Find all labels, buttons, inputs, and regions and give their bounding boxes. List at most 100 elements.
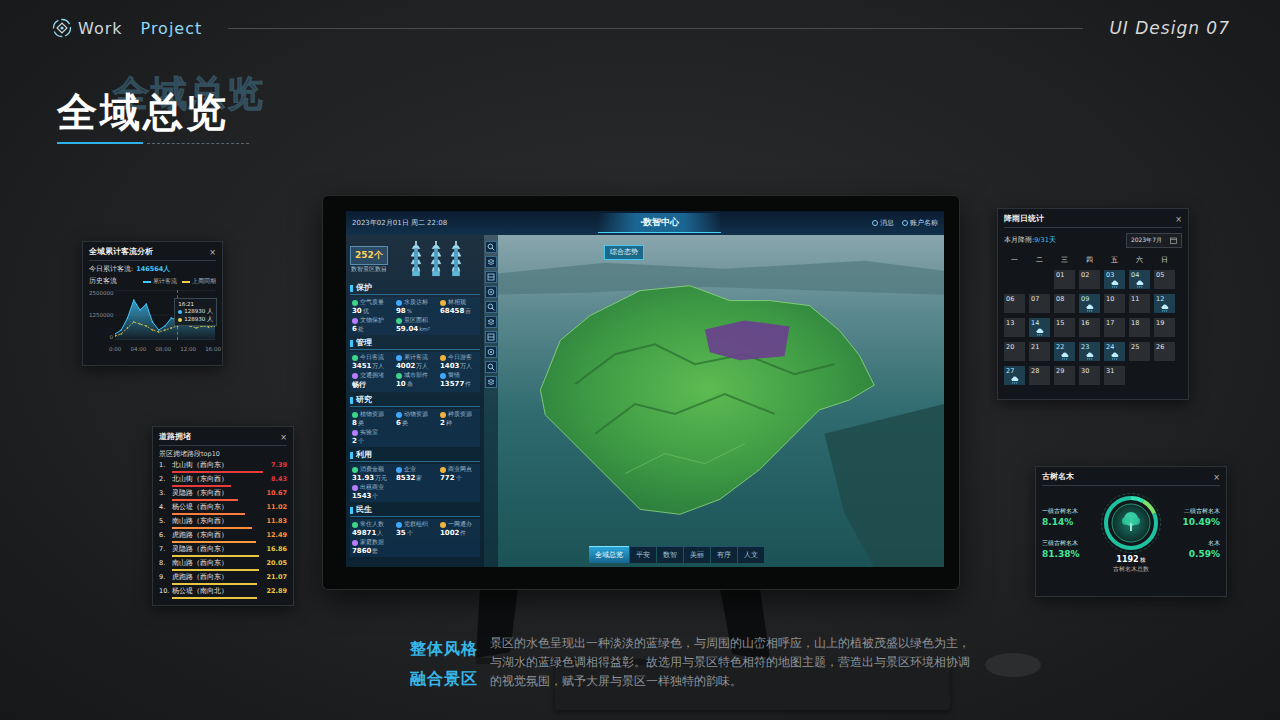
dashboard-tab[interactable]: 数智 [657,546,683,563]
data-point[interactable] [158,331,160,333]
calendar-day[interactable]: 24 [1104,342,1125,361]
calendar-day[interactable]: 31 [1104,366,1125,385]
data-point[interactable] [195,327,197,329]
data-point[interactable] [133,321,135,323]
top-link[interactable]: 账户名称 [902,218,938,228]
data-point[interactable] [139,323,141,325]
metric-item[interactable]: 植物资源8类 [352,411,394,427]
ranking-row[interactable]: 4.杨公堤（西向东）11.02 [159,503,287,517]
calendar-day[interactable]: 28 [1029,366,1050,385]
close-button[interactable]: × [209,248,216,257]
top-link[interactable]: 消息 [872,218,894,228]
dashboard-tab[interactable]: 美丽 [684,546,710,563]
data-point[interactable] [145,325,147,327]
calendar-day[interactable]: 05 [1154,270,1175,289]
data-point[interactable] [164,329,166,331]
calendar-day[interactable]: 16 [1079,318,1100,337]
metric-item[interactable]: 交通拥堵畅行 [352,372,394,390]
calendar-day[interactable]: 08 [1054,294,1075,313]
data-point[interactable] [115,333,116,335]
month-picker[interactable]: 2023年7月 [1126,233,1182,248]
metric-item[interactable]: 出租商业1543个 [352,484,394,500]
data-point[interactable] [133,299,135,301]
data-point[interactable] [208,326,210,328]
metric-item[interactable]: 实验室2个 [352,429,394,445]
calendar-day[interactable]: 22 [1054,342,1075,361]
ranking-row[interactable]: 5.南山路（东向西）11.83 [159,517,287,531]
metric-item[interactable]: 一网通办1002件 [440,521,482,537]
metric-item[interactable]: 警情13577件 [440,372,482,390]
calendar-day[interactable]: 09 [1079,294,1100,313]
ranking-row[interactable]: 1.北山街（西向东）7.39 [159,461,287,475]
metric-item[interactable]: 空气质量30优 [352,299,394,315]
map-tool-button[interactable] [485,256,497,268]
metric-item[interactable]: 水质达标98% [396,299,438,315]
map-tool-button[interactable] [485,346,497,358]
dashboard-tab[interactable]: 平安 [630,546,656,563]
data-point[interactable] [164,325,166,327]
calendar-day[interactable]: 19 [1154,318,1175,337]
close-button[interactable]: × [1213,473,1220,482]
data-point[interactable] [145,303,147,305]
calendar-day[interactable]: 01 [1054,270,1075,289]
ranking-row[interactable]: 8.南山路（西向东）20.05 [159,559,287,573]
catalog-badge[interactable]: 252个数智景区数目 [350,246,388,273]
calendar-day[interactable]: 18 [1129,318,1150,337]
calendar-day[interactable]: 13 [1004,318,1025,337]
ranking-row[interactable]: 10.杨公堤（南向北）22.89 [159,587,287,601]
metric-item[interactable]: 城市部件10条 [396,372,438,390]
calendar-day[interactable]: 20 [1004,342,1025,361]
calendar-day[interactable]: 27 [1004,366,1025,385]
data-point[interactable] [127,317,129,319]
overview-button[interactable]: 综合态势 [604,245,644,260]
calendar-day[interactable]: 03 [1104,270,1125,289]
metric-item[interactable]: 党群组织35个 [396,521,438,537]
close-button[interactable]: × [280,433,287,442]
metric-item[interactable]: 企业8532家 [396,466,438,482]
metric-item[interactable]: 家庭数据7860套 [352,539,394,555]
map-tool-button[interactable] [485,271,497,283]
calendar-day[interactable]: 26 [1154,342,1175,361]
calendar-day[interactable]: 12 [1154,294,1175,313]
metric-item[interactable]: 累计客流4002万人 [396,354,438,370]
calendar-day[interactable]: 25 [1129,342,1150,361]
metric-item[interactable]: 文物保护6处 [352,317,394,333]
calendar-day[interactable]: 30 [1079,366,1100,385]
calendar-day[interactable]: 04 [1129,270,1150,289]
data-point[interactable] [120,333,122,335]
metric-item[interactable]: 种质资源2种 [440,411,482,427]
data-point[interactable] [170,327,172,329]
metric-item[interactable]: 消费金额31.93万元 [352,466,394,482]
metric-item[interactable]: 今日客流3451万人 [352,354,394,370]
calendar-day[interactable]: 15 [1054,318,1075,337]
calendar-day[interactable]: 07 [1029,294,1050,313]
ranking-row[interactable]: 7.灵隐路（西向东）16.86 [159,545,287,559]
data-point[interactable] [170,317,172,319]
ranking-row[interactable]: 3.灵隐路（东向西）10.67 [159,489,287,503]
metric-item[interactable]: 动物资源6类 [396,411,438,427]
map-tool-button[interactable] [485,331,497,343]
calendar-day[interactable]: 06 [1004,294,1025,313]
calendar-day[interactable]: 23 [1079,342,1100,361]
metric-item[interactable]: 今日游客1403万人 [440,354,482,370]
calendar-day[interactable]: 29 [1054,366,1075,385]
data-point[interactable] [127,327,129,329]
data-point[interactable] [152,329,154,331]
dashboard-tab[interactable]: 有序 [711,546,737,563]
data-point[interactable] [158,329,160,331]
map-tool-button[interactable] [485,286,497,298]
calendar-day[interactable]: 02 [1079,270,1100,289]
metric-item[interactable]: 林相观68458亩 [440,299,482,315]
calendar-day[interactable]: 11 [1129,294,1150,313]
map-tool-button[interactable] [485,361,497,373]
metric-item[interactable]: 景区面积59.04km² [396,317,438,333]
map-tool-button[interactable] [485,301,497,313]
calendar-day[interactable]: 21 [1029,342,1050,361]
calendar-day[interactable]: 17 [1104,318,1125,337]
close-button[interactable]: × [1175,215,1182,224]
dashboard-tab[interactable]: 全域总览 [589,546,629,563]
ranking-row[interactable]: 2.北山街（东向西）8.43 [159,475,287,489]
metric-item[interactable]: 商业网点772个 [440,466,482,482]
data-point[interactable] [139,309,141,311]
calendar-day[interactable]: 10 [1104,294,1125,313]
